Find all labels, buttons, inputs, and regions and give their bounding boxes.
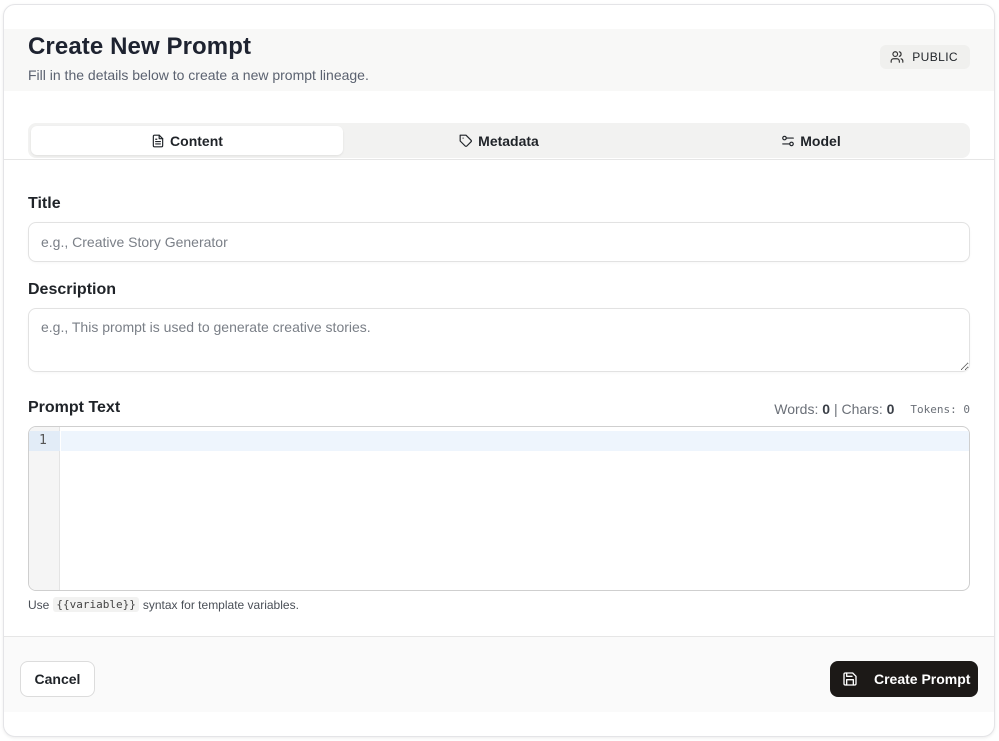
- tab-content[interactable]: Content: [31, 126, 343, 155]
- line-number: 1: [29, 431, 60, 451]
- title-label: Title: [28, 195, 61, 212]
- tab-model-label: Model: [800, 132, 841, 149]
- word-char-count: Words: 0 | Chars: 0: [774, 401, 894, 417]
- words-label: Words:: [774, 401, 819, 417]
- dialog-footer: Cancel Create Prompt: [4, 636, 994, 712]
- dialog-header: Create New Prompt Fill in the details be…: [4, 29, 994, 91]
- active-line-highlight[interactable]: [61, 431, 969, 451]
- hint-code: {{variable}}: [53, 597, 139, 612]
- sliders-icon: [782, 135, 795, 146]
- tab-content-label: Content: [170, 132, 223, 149]
- hint-prefix: Use: [28, 597, 50, 612]
- editor-gutter: [29, 427, 60, 590]
- file-text-icon: [152, 134, 164, 147]
- prompt-stats: Words: 0 | Chars: 0 Tokens: 0: [774, 401, 970, 417]
- tag-icon: [459, 134, 473, 147]
- prompt-text-label: Prompt Text: [28, 399, 121, 416]
- page-title: Create New Prompt: [28, 33, 252, 60]
- form-tabs: Content Metadata Model: [28, 123, 970, 158]
- tab-metadata[interactable]: Metadata: [343, 126, 655, 155]
- title-input[interactable]: [28, 222, 970, 262]
- prompt-text-editor[interactable]: 1: [28, 426, 970, 591]
- chars-value: 0: [886, 401, 895, 417]
- words-value: 0: [822, 401, 831, 417]
- chars-label: Chars:: [841, 401, 883, 417]
- description-label: Description: [28, 281, 117, 298]
- visibility-badge[interactable]: PUBLIC: [880, 45, 970, 69]
- tab-metadata-label: Metadata: [478, 132, 539, 149]
- cancel-button[interactable]: Cancel: [20, 661, 95, 697]
- create-prompt-dialog: Create New Prompt Fill in the details be…: [3, 4, 995, 737]
- tab-model[interactable]: Model: [655, 126, 967, 155]
- create-prompt-label: Create Prompt: [874, 671, 971, 687]
- description-input[interactable]: [28, 308, 970, 372]
- users-icon: [890, 51, 904, 63]
- count-separator: |: [833, 401, 838, 417]
- tabs-divider: [4, 159, 994, 160]
- save-icon: [843, 672, 857, 686]
- hint-suffix: syntax for template variables.: [142, 597, 299, 612]
- create-prompt-button[interactable]: Create Prompt: [830, 661, 978, 697]
- page-subtitle: Fill in the details below to create a ne…: [28, 67, 369, 83]
- tokens-count: Tokens: 0: [910, 402, 970, 416]
- visibility-badge-label: PUBLIC: [912, 50, 958, 64]
- template-hint: Use {{variable}} syntax for template var…: [28, 597, 299, 612]
